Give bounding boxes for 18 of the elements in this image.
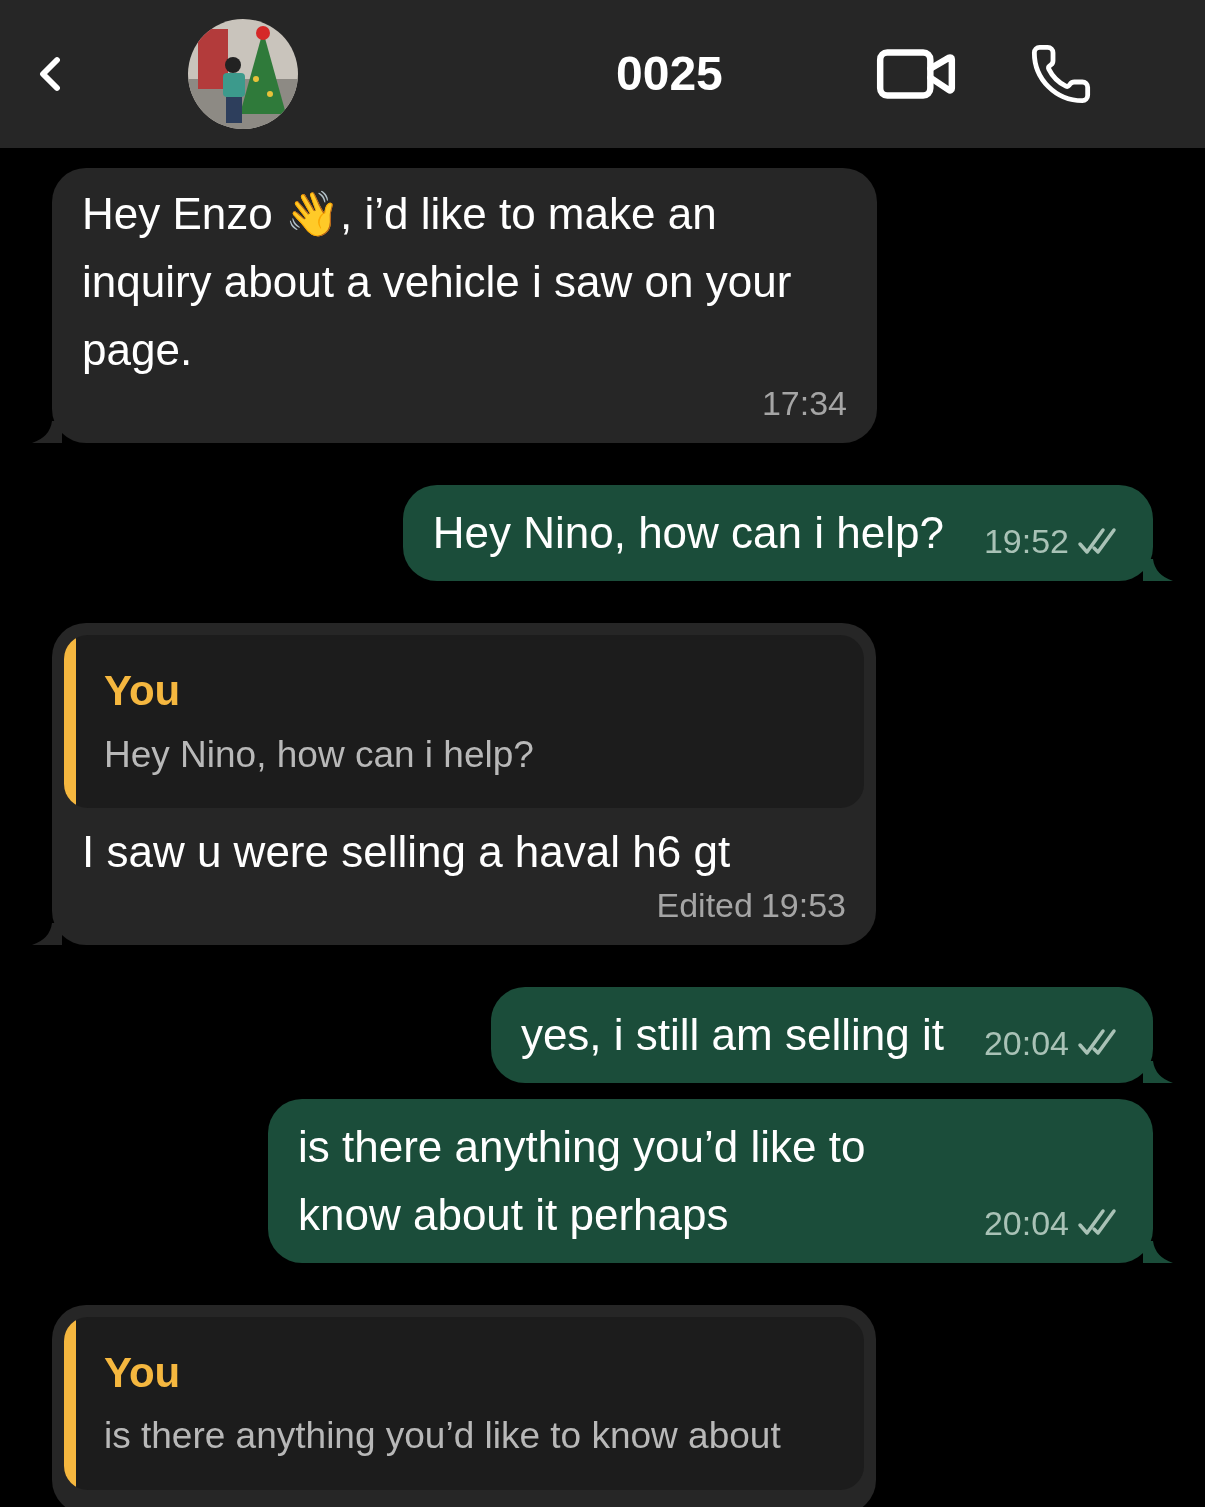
message-text: is there anything you’d like to know about it perhaps	[298, 1120, 867, 1241]
message-time: 20:04	[983, 1022, 1069, 1064]
message-time: 17:34	[761, 383, 847, 424]
quote-author: You	[104, 666, 182, 716]
quote-author: You	[104, 1347, 182, 1398]
edited-label: Edited	[656, 884, 753, 926]
message-time: 20:04	[983, 1202, 1069, 1244]
quote-text: Hey Nino, how can i help?	[104, 732, 534, 777]
message-time: 19:53	[760, 884, 846, 926]
contact-name[interactable]: 0025	[616, 38, 723, 110]
quoted-message[interactable]: You is there anything you’d like to know about	[64, 1316, 864, 1490]
message-text: I saw u were selling a haval h6 gt	[82, 825, 732, 878]
message-text: Hey Nino, how can i help?	[432, 507, 944, 559]
quoted-message[interactable]: You Hey Nino, how can i help?	[64, 635, 864, 808]
message-text: yes, i still am selling it	[520, 1008, 944, 1061]
message-text: Hey Enzo 👋, i’d like to make an inquiry about a vehicle i saw on your page.	[82, 188, 793, 376]
quote-text: is there anything you’d like to know about	[104, 1414, 781, 1459]
message-time: 19:52	[983, 521, 1069, 562]
